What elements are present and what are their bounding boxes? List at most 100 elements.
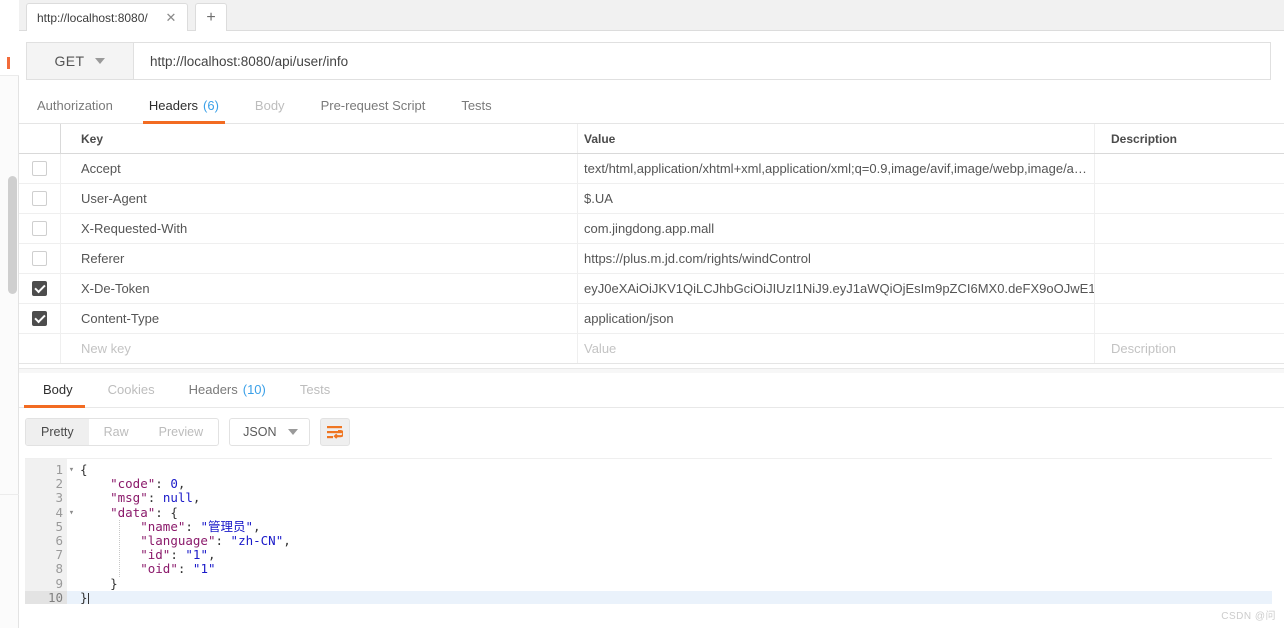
tab-tests-label: Tests xyxy=(461,97,492,113)
url-input[interactable]: http://localhost:8080/api/user/info xyxy=(134,43,1270,79)
tab-strip: http://localhost:8080/ ✕ + xyxy=(19,0,1284,31)
code-line: "oid": "1" xyxy=(80,562,1272,576)
resp-tab-cookies[interactable]: Cookies xyxy=(91,372,172,407)
row-key[interactable]: User-Agent xyxy=(61,184,578,213)
row-description[interactable] xyxy=(1095,184,1284,213)
code-tail: , xyxy=(253,518,261,534)
row-key[interactable]: X-Requested-With xyxy=(61,214,578,243)
row-value[interactable]: text/html,application/xhtml+xml,applicat… xyxy=(578,154,1095,183)
table-row: X-Requested-With com.jingdong.app.mall xyxy=(19,214,1284,244)
row-key[interactable]: Referer xyxy=(61,244,578,273)
row-description[interactable] xyxy=(1095,274,1284,303)
row-checkbox-cell xyxy=(19,244,61,273)
sidebar-scrollbar-thumb[interactable] xyxy=(8,176,17,294)
wrap-lines-button[interactable] xyxy=(320,418,351,446)
row-key[interactable]: X-De-Token xyxy=(61,274,578,303)
row-checkbox[interactable] xyxy=(32,311,47,326)
code-line: "language": "zh-CN", xyxy=(80,532,1272,548)
code-tail: , xyxy=(177,476,186,492)
view-mode-preview[interactable]: Preview xyxy=(144,419,218,445)
line-number: 3 xyxy=(55,490,63,506)
resp-tab-headers[interactable]: Headers (10) xyxy=(172,372,283,407)
line-number: 6 xyxy=(55,532,63,548)
request-tabs: Authorization Headers (6) Body Pre-reque… xyxy=(19,88,1284,124)
line-number: 10 xyxy=(25,590,67,604)
tab-headers-count: (6) xyxy=(203,97,219,113)
code-line: "msg": null, xyxy=(80,491,1272,505)
row-checkbox[interactable] xyxy=(32,191,47,206)
tab-pre-request-script[interactable]: Pre-request Script xyxy=(303,87,444,123)
code-line: } xyxy=(67,590,1272,604)
response-code-viewer[interactable]: 1 ▾ 2 3 4 ▾ 5 6 7 8 9 10 { "code": 0, "m… xyxy=(25,458,1272,604)
table-header-row: Key Value Description xyxy=(19,124,1284,154)
code-content[interactable]: { "code": 0, "msg": null, "data": { "nam… xyxy=(67,459,1272,604)
row-checkbox[interactable] xyxy=(32,221,47,236)
sidebar-scrollbar-track[interactable] xyxy=(4,86,17,626)
row-key[interactable]: Content-Type xyxy=(61,304,578,333)
code-value: null xyxy=(162,490,193,506)
indent-guide xyxy=(119,520,120,577)
row-key[interactable]: Accept xyxy=(61,154,578,183)
new-tab-button[interactable]: + xyxy=(195,3,227,31)
format-selector[interactable]: JSON xyxy=(229,418,311,446)
table-row: X-De-Token eyJ0eXAiOiJKV1QiLCJhbGciOiJIU… xyxy=(19,274,1284,304)
request-tab[interactable]: http://localhost:8080/ ✕ xyxy=(26,3,188,31)
row-checkbox[interactable] xyxy=(32,251,47,266)
line-number: 2 xyxy=(55,476,63,492)
http-method-label: GET xyxy=(54,53,85,69)
tab-body[interactable]: Body xyxy=(237,87,303,123)
row-checkbox[interactable] xyxy=(32,281,47,296)
new-description-input[interactable]: Description xyxy=(1095,334,1284,363)
resp-tab-body[interactable]: Body xyxy=(19,372,91,408)
code-tail: , xyxy=(192,490,201,506)
resp-tab-headers-label: Headers xyxy=(188,382,238,397)
code-sep: : xyxy=(147,490,163,506)
row-value[interactable]: https://plus.m.jd.com/rights/windControl xyxy=(578,244,1095,273)
chevron-down-icon xyxy=(95,58,106,64)
line-number-gutter: 1 ▾ 2 3 4 ▾ 5 6 7 8 9 10 xyxy=(25,459,74,604)
tab-headers[interactable]: Headers (6) xyxy=(131,87,237,124)
row-checkbox[interactable] xyxy=(32,161,47,176)
tab-tests[interactable]: Tests xyxy=(443,87,509,123)
code-key: "msg" xyxy=(110,490,148,506)
response-tabs: Body Cookies Headers (10) Tests xyxy=(19,373,1284,408)
code-value: "管理员" xyxy=(200,518,253,534)
close-icon[interactable]: ✕ xyxy=(163,10,179,26)
row-value[interactable]: $.UA xyxy=(578,184,1095,213)
tab-authorization[interactable]: Authorization xyxy=(19,87,131,123)
code-tail: , xyxy=(283,532,291,548)
row-value[interactable]: application/json xyxy=(578,304,1095,333)
row-checkbox-cell xyxy=(19,304,61,333)
row-description[interactable] xyxy=(1095,304,1284,333)
code-sep: : xyxy=(155,504,171,520)
code-sep: : xyxy=(177,561,193,577)
code-tail: , xyxy=(207,547,216,563)
row-description[interactable] xyxy=(1095,154,1284,183)
request-tab-label: http://localhost:8080/ xyxy=(37,10,148,25)
code-sep: : xyxy=(215,532,231,548)
row-description[interactable] xyxy=(1095,244,1284,273)
http-method-selector[interactable]: GET xyxy=(27,43,134,79)
row-description[interactable] xyxy=(1095,214,1284,243)
table-row: Referer https://plus.m.jd.com/rights/win… xyxy=(19,244,1284,274)
row-value[interactable]: com.jingdong.app.mall xyxy=(578,214,1095,243)
wrap-lines-icon xyxy=(327,425,344,439)
text-caret xyxy=(87,592,89,604)
tab-headers-label: Headers xyxy=(148,97,199,113)
view-mode-pretty[interactable]: Pretty xyxy=(26,419,89,445)
new-row-checkbox-cell xyxy=(19,334,61,363)
code-text: } xyxy=(80,575,118,591)
code-key: "id" xyxy=(140,547,171,563)
column-header-value: Value xyxy=(578,124,1095,153)
row-value[interactable]: eyJ0eXAiOiJKV1QiLCJhbGciOiJIUzI1NiJ9.eyJ… xyxy=(578,274,1095,303)
rail-accent-marker xyxy=(7,57,10,69)
code-value: "zh-CN" xyxy=(230,532,284,548)
tab-authorization-label: Authorization xyxy=(37,97,113,113)
new-value-input[interactable]: Value xyxy=(578,334,1095,363)
watermark: CSDN @问 xyxy=(1221,611,1276,622)
view-mode-raw[interactable]: Raw xyxy=(89,419,144,445)
new-key-input[interactable]: New key xyxy=(61,334,578,363)
resp-tab-tests[interactable]: Tests xyxy=(283,372,347,407)
code-line: "code": 0, xyxy=(80,477,1272,491)
code-text: { xyxy=(80,462,88,477)
